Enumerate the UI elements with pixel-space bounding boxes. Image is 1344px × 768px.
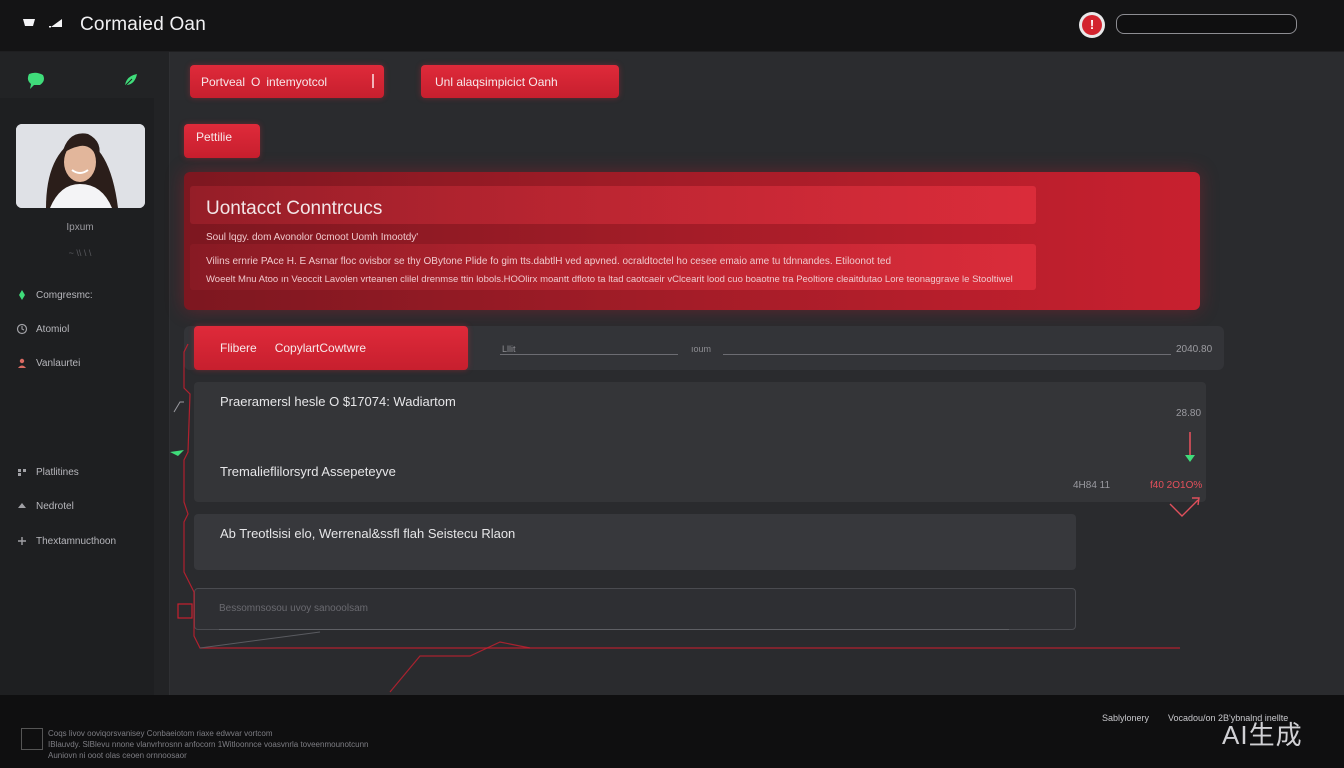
alert-glyph: ! — [1082, 15, 1102, 35]
list-item-1[interactable]: Praeramersl hesle O $17074: Wadiartom — [220, 394, 456, 409]
row-value: 2040.80 — [1176, 344, 1213, 355]
list-item-2-stat: 4H84 11 — [1073, 480, 1111, 491]
message-input-placeholder: Bessomnsosou uvoy sanooolsam — [219, 603, 368, 614]
user-name: Ipxum — [66, 222, 94, 233]
sidebar-item-label: Thextamnucthoon — [36, 535, 117, 547]
sidebar-item-label: Comgresmc: — [36, 289, 93, 301]
sidebar-item-vanlaurtei[interactable]: Vanlaurtei — [16, 354, 80, 372]
list-item-2-change: f40 2O1O% — [1150, 480, 1203, 491]
alert-icon[interactable]: ! — [1079, 12, 1105, 38]
tab-label-a: Flibere — [220, 341, 257, 355]
avatar[interactable] — [16, 124, 145, 208]
watermark: AI生成 — [1222, 720, 1303, 750]
list-item-2[interactable]: Tremalieflilorsyrd Assepeteyve — [220, 464, 396, 479]
down-arrow-icon — [1185, 432, 1195, 462]
sidebar-item-comgresmc[interactable]: Comgresmc: — [16, 286, 93, 304]
pin-icon — [19, 290, 25, 300]
secondary-action-label: Unl alaqsimpicict Oanh — [435, 74, 558, 89]
menu-icon[interactable] — [22, 18, 36, 28]
sidebar-item-nedrotel[interactable]: Nedrotel — [16, 497, 74, 515]
tab-label-b: CopylartCowtwre — [274, 341, 367, 355]
list-item-3-row[interactable] — [194, 514, 1076, 570]
contact-subtitle: Soul lqgy. dom Avonolor 0cmoot Uomh Imoo… — [206, 232, 419, 243]
top-bar: Cormaied Oan ! — [0, 0, 1344, 52]
sidebar-item-label: Platlitines — [36, 466, 79, 478]
secondary-action-button[interactable]: Unl alaqsimpicict Oanh — [421, 65, 619, 98]
app-title: Cormaied Oan — [80, 14, 206, 35]
input-underline — [219, 629, 1009, 630]
clock-icon — [16, 323, 28, 335]
primary-action-label-left: Portveal — [201, 74, 246, 89]
tab-active[interactable]: Flibere CopylartCowtwre — [194, 326, 468, 370]
contact-description-2: Woeelt Mnu Atoo ın Veoccit Lavolen vrtea… — [206, 274, 1013, 285]
chat-bubble-icon[interactable] — [26, 72, 46, 90]
footer-line-2: IBlauvdy. SlBlevu nnone vlanvrhrosnn anf… — [48, 740, 369, 749]
footer-line-1: Coqs livov ooviqorsvanisey Conbaeiotom r… — [48, 729, 273, 738]
profile-button[interactable]: Pettilie — [184, 124, 260, 158]
field-b-input[interactable] — [723, 354, 1171, 355]
tag-icon — [18, 503, 26, 508]
settings-icon — [18, 537, 26, 545]
footer: Coqs livov ooviqorsvanisey Conbaeiotom r… — [0, 695, 1344, 768]
profile-button-label: Pettilie — [196, 130, 233, 144]
leaf-icon[interactable] — [123, 72, 139, 88]
sidebar: Ipxum ~ \\ \ \ Comgresmc: Atomiol Vanlau… — [0, 52, 170, 695]
message-input[interactable]: Bessomnsosou uvoy sanooolsam — [194, 588, 1076, 630]
qr-code-icon — [21, 728, 43, 750]
back-arrow-icon[interactable] — [48, 18, 64, 28]
sidebar-item-platlitines[interactable]: Platlitines — [16, 463, 79, 481]
sidebar-item-label: Nedrotel — [36, 500, 74, 512]
button-edge-marker — [372, 74, 374, 88]
contact-panel: Uontacct Conntrcucs Soul lqgy. dom Avono… — [184, 172, 1200, 310]
list-item-1-stat: 28.80 — [1176, 408, 1202, 419]
sidebar-item-thextamnucthoon[interactable]: Thextamnucthoon — [16, 532, 116, 550]
sidebar-item-atomiol[interactable]: Atomiol — [16, 320, 69, 338]
contact-title: Uontacct Conntrcucs — [206, 198, 383, 219]
search-input[interactable] — [1116, 14, 1297, 34]
contact-description-1: Vilins ernrie PAce H. E Asrnar floc ovis… — [206, 256, 891, 267]
primary-action-label-right: intemyotcol — [266, 74, 328, 89]
footer-line-3: Auniovn ni ooot olas ceoen ornnoosaor — [48, 751, 187, 760]
field-b-label: ıoum — [691, 344, 712, 354]
user-portrait-image — [16, 124, 145, 208]
grid-icon — [18, 469, 26, 476]
primary-action-separator: O — [251, 74, 261, 89]
sidebar-item-label: Atomiol — [36, 323, 70, 335]
person-icon — [18, 358, 26, 368]
field-a-input[interactable] — [500, 354, 678, 355]
main-content: Portveal O intemyotcol Unl alaqsimpicict… — [170, 52, 1344, 695]
field-a-label: Lllit — [502, 344, 516, 354]
sidebar-item-label: Vanlaurtei — [36, 357, 81, 369]
footer-link-a[interactable]: Sablylonery — [1102, 713, 1149, 723]
list-item-3[interactable]: Ab Treotlsisi elo, Werrenal&ssfl flah Se… — [220, 526, 515, 541]
user-subtitle: ~ \\ \ \ — [68, 248, 92, 258]
primary-action-button[interactable]: Portveal O intemyotcol — [190, 65, 384, 98]
trend-arrow-icon — [1169, 497, 1200, 517]
